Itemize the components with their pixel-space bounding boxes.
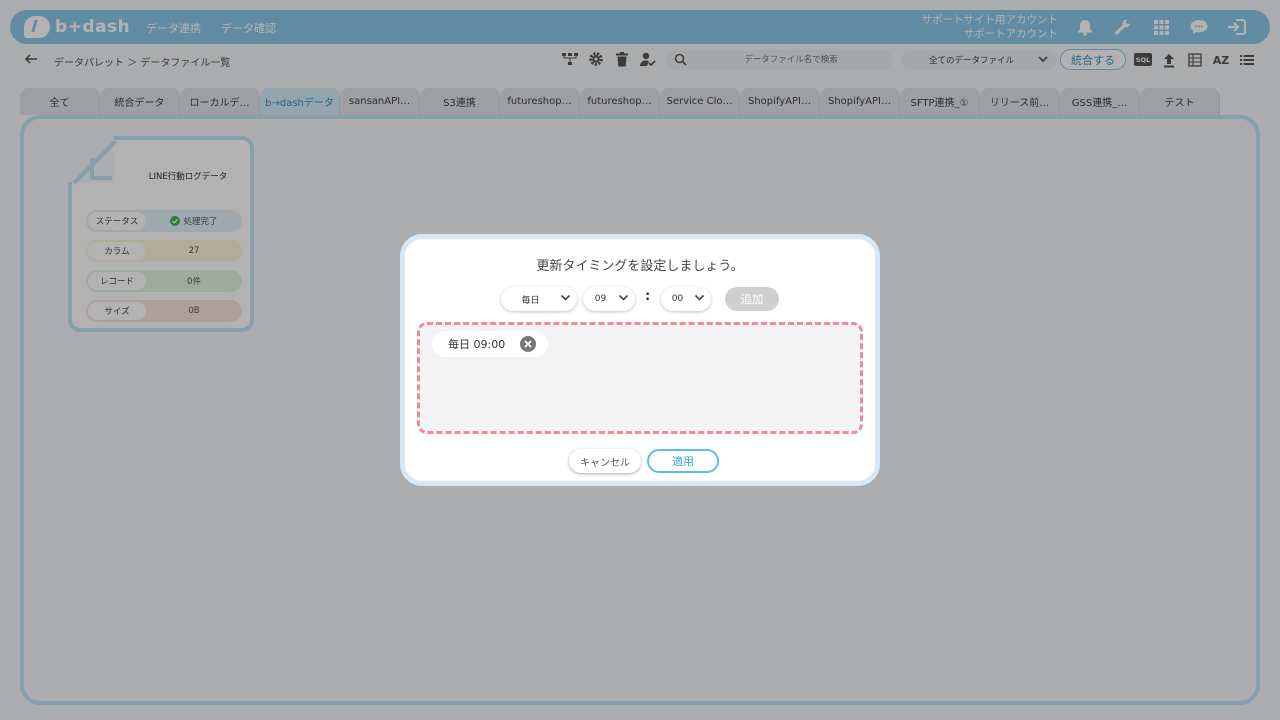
add-schedule-button[interactable]: 追加 — [725, 287, 779, 311]
schedule-list: 毎日 09:00 — [417, 322, 863, 434]
chevron-down-icon — [694, 292, 705, 306]
minute-select[interactable]: 00 — [661, 287, 711, 311]
frequency-value: 毎日 — [521, 295, 540, 306]
cancel-button[interactable]: キャンセル — [569, 449, 641, 473]
hour-select[interactable]: 09 — [583, 287, 635, 311]
apply-button[interactable]: 適用 — [647, 449, 719, 473]
update-timing-modal: 更新タイミングを設定しましょう。 毎日 09 : 00 追加 毎日 09:00 … — [400, 234, 880, 486]
modal-title: 更新タイミングを設定しましょう。 — [536, 259, 744, 274]
frequency-select[interactable]: 毎日 — [501, 287, 577, 311]
close-icon[interactable] — [520, 336, 536, 352]
schedule-chip: 毎日 09:00 — [432, 331, 548, 357]
hour-value: 09 — [594, 294, 607, 304]
schedule-chip-label: 毎日 09:00 — [448, 338, 506, 351]
chevron-down-icon — [618, 292, 629, 306]
chevron-down-icon — [560, 292, 571, 306]
minute-value: 00 — [671, 294, 684, 304]
time-colon: : — [645, 289, 651, 304]
